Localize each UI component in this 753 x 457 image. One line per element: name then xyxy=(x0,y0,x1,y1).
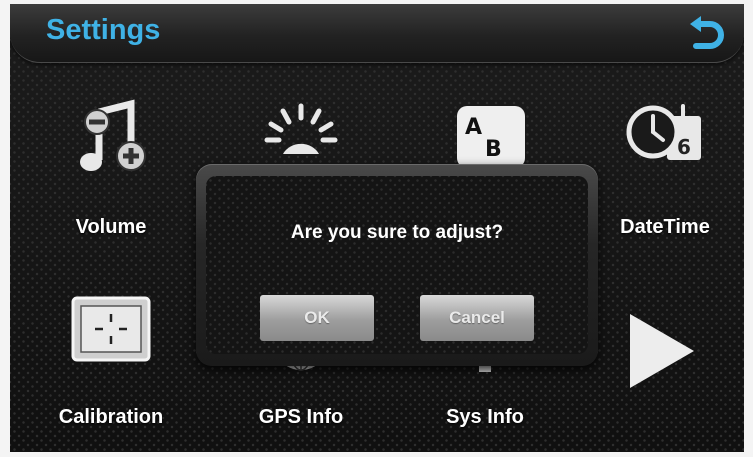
page-title: Settings xyxy=(46,14,161,46)
tile-gps-info-label: GPS Info xyxy=(258,406,344,428)
tile-volume[interactable]: Volume xyxy=(46,98,176,248)
ok-button[interactable]: OK xyxy=(260,295,374,341)
crosshair-calibration-icon xyxy=(46,294,176,378)
tile-datetime[interactable]: 6 DateTime xyxy=(600,98,730,248)
svg-text:B: B xyxy=(485,137,502,162)
tile-sys-info-label: Sys Info xyxy=(446,406,524,428)
tile-datetime-label: DateTime xyxy=(620,216,710,238)
tile-calibration[interactable]: Calibration xyxy=(46,294,176,444)
clock-calendar-icon: 6 xyxy=(600,98,730,182)
next-page-arrow-icon xyxy=(630,314,694,388)
confirm-dialog: Are you sure to adjust? OK Cancel xyxy=(196,164,598,366)
music-note-volume-icon xyxy=(46,98,176,182)
back-button[interactable] xyxy=(686,14,728,54)
header-bar: Settings xyxy=(10,4,744,63)
tile-volume-label: Volume xyxy=(75,216,147,238)
svg-text:6: 6 xyxy=(677,135,691,159)
dialog-message: Are you sure to adjust? xyxy=(290,222,504,243)
next-page-button[interactable] xyxy=(622,310,698,392)
cancel-button[interactable]: Cancel xyxy=(420,295,534,341)
settings-screen: Settings Volume A B 6 DateTime Calibrati… xyxy=(10,4,744,452)
svg-text:A: A xyxy=(465,115,482,140)
back-arrow-icon xyxy=(690,16,724,49)
tile-calibration-label: Calibration xyxy=(58,406,164,428)
